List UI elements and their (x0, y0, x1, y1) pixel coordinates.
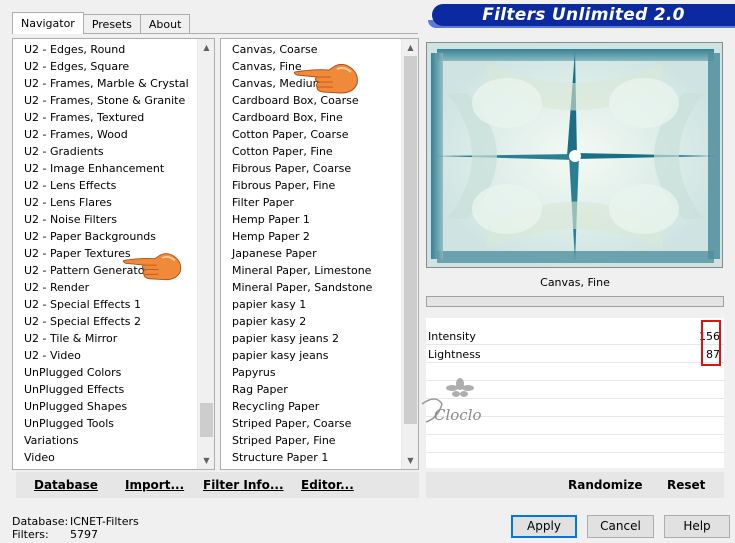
app-title: Filters Unlimited 2.0 (482, 5, 685, 25)
scroll-down-icon[interactable]: ▼ (198, 452, 214, 469)
filter-list-item[interactable]: Japanese Paper (221, 245, 418, 262)
category-scroll-thumb[interactable] (200, 403, 213, 437)
filter-list-item[interactable]: papier kasy jeans (221, 347, 418, 364)
scroll-up-icon[interactable]: ▲ (402, 39, 418, 56)
filter-list-item[interactable]: Canvas, Coarse (221, 41, 418, 58)
scroll-down-icon[interactable]: ▼ (402, 452, 418, 469)
preview-image (427, 43, 722, 267)
category-list-item[interactable]: UnPlugged Effects (13, 381, 214, 398)
param-label: Lightness (428, 348, 481, 361)
filter-list-item[interactable]: Hemp Paper 2 (221, 228, 418, 245)
status-filters: Filters: 5797 (12, 528, 98, 541)
filter-list-item[interactable]: Papyrus (221, 364, 418, 381)
filter-items: Canvas, Coarse Canvas, Fine Canvas, Medium… (221, 39, 418, 466)
category-list-item[interactable]: U2 - Special Effects 2 (13, 313, 214, 330)
category-list[interactable]: U2 - Edges, Round U2 - Edges, Square U2 - … (12, 38, 215, 470)
filter-list-item[interactable]: Mineral Paper, Limestone (221, 262, 418, 279)
category-list-item[interactable]: U2 - Edges, Round (13, 41, 214, 58)
category-list-item[interactable]: Variations (13, 432, 214, 449)
filter-list-item[interactable]: papier kasy jeans 2 (221, 330, 418, 347)
scroll-up-icon[interactable]: ▲ (198, 39, 214, 56)
filter-list-item[interactable]: Cardboard Box, Fine (221, 109, 418, 126)
database-button[interactable]: Database (34, 472, 98, 498)
filter-info-button[interactable]: Filter Info... (203, 472, 284, 498)
category-list-item[interactable]: U2 - Noise Filters (13, 211, 214, 228)
watermark-text: Cloclo (434, 406, 482, 424)
selected-filter-name: Canvas, Fine (540, 276, 610, 289)
cancel-button[interactable]: Cancel (587, 515, 654, 538)
category-list-item[interactable]: U2 - Frames, Textured (13, 109, 214, 126)
cloclo-watermark-logo: Cloclo (421, 378, 482, 424)
category-list-item[interactable]: U2 - Lens Flares (13, 194, 214, 211)
import-button[interactable]: Import... (125, 472, 184, 498)
value-highlight-box (701, 320, 721, 366)
filter-list-item[interactable]: Fibrous Paper, Fine (221, 177, 418, 194)
category-list-item[interactable]: U2 - Frames, Stone & Granite (13, 92, 214, 109)
apply-button[interactable]: Apply (511, 515, 577, 538)
tab-navigator[interactable]: Navigator (12, 12, 84, 34)
status-filters-label: Filters: (12, 528, 49, 541)
tab-presets[interactable]: Presets (82, 14, 141, 34)
filter-list-item[interactable]: Cotton Paper, Coarse (221, 126, 418, 143)
category-list-item[interactable]: UnPlugged Shapes (13, 398, 214, 415)
filter-list-item[interactable]: Structure Paper 1 (221, 449, 418, 466)
filter-list-item[interactable]: Striped Paper, Coarse (221, 415, 418, 432)
filter-list-item[interactable]: Mineral Paper, Sandstone (221, 279, 418, 296)
help-button[interactable]: Help (664, 515, 730, 538)
filter-list-item[interactable]: Rag Paper (221, 381, 418, 398)
filter-list-item[interactable]: Cotton Paper, Fine (221, 143, 418, 160)
category-list-item[interactable]: U2 - Frames, Wood (13, 126, 214, 143)
filter-list-item[interactable]: Recycling Paper (221, 398, 418, 415)
category-list-item[interactable]: U2 - Image Enhancement (13, 160, 214, 177)
param-empty-row (426, 436, 724, 453)
status-database: Database: ICNET-Filters (12, 515, 139, 528)
randomize-button[interactable]: Randomize (568, 472, 642, 498)
filter-list-item[interactable]: Filter Paper (221, 194, 418, 211)
reset-button[interactable]: Reset (667, 472, 705, 498)
pointing-hand-icon (293, 63, 358, 94)
category-list-item[interactable]: U2 - Paper Backgrounds (13, 228, 214, 245)
category-list-item[interactable]: UnPlugged Tools (13, 415, 214, 432)
status-filters-value: 5797 (70, 528, 98, 541)
filter-list-item[interactable]: Striped Paper, Fine (221, 432, 418, 449)
pointing-hand-icon (122, 253, 182, 281)
editor-button[interactable]: Editor... (301, 472, 354, 498)
category-list-item[interactable]: U2 - Special Effects 1 (13, 296, 214, 313)
tab-strip: Navigator Presets About (12, 12, 191, 34)
filter-list-item[interactable]: Hemp Paper 1 (221, 211, 418, 228)
category-list-item[interactable]: Video (13, 449, 214, 466)
category-list-item[interactable]: UnPlugged Colors (13, 364, 214, 381)
status-database-label: Database: (12, 515, 69, 528)
category-list-item[interactable]: U2 - Video (13, 347, 214, 364)
preview-progress-bar (426, 296, 724, 307)
category-scrollbar[interactable]: ▲ ▼ (197, 39, 214, 469)
filter-list-item[interactable]: papier kasy 2 (221, 313, 418, 330)
filter-list[interactable]: Canvas, Coarse Canvas, Fine Canvas, Medium… (220, 38, 419, 470)
filter-list-item[interactable]: Fibrous Paper, Coarse (221, 160, 418, 177)
filter-scroll-thumb[interactable] (404, 56, 417, 424)
status-database-value: ICNET-Filters (70, 515, 139, 528)
filter-preview (426, 42, 723, 268)
category-list-item[interactable]: U2 - Tile & Mirror (13, 330, 214, 347)
filter-list-item[interactable]: papier kasy 1 (221, 296, 418, 313)
category-list-item[interactable]: U2 - Edges, Square (13, 58, 214, 75)
category-list-item[interactable]: U2 - Gradients (13, 143, 214, 160)
param-lightness[interactable]: Lightness 87 (426, 346, 724, 363)
category-list-item[interactable]: U2 - Frames, Marble & Crystal (13, 75, 214, 92)
param-label: Intensity (428, 330, 476, 343)
param-intensity[interactable]: Intensity 156 (426, 328, 724, 345)
category-list-item[interactable]: U2 - Lens Effects (13, 177, 214, 194)
tab-about[interactable]: About (139, 14, 191, 34)
